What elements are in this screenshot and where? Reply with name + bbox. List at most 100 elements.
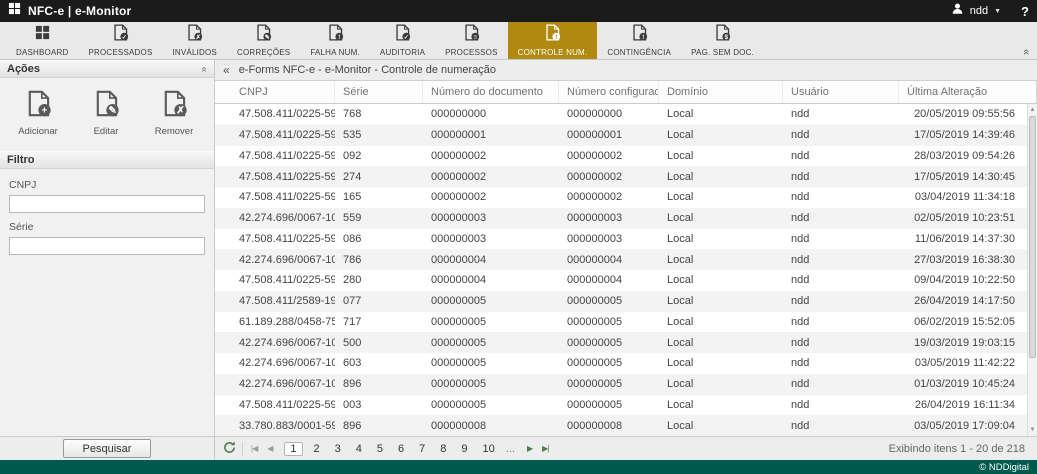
- tab-invalidos[interactable]: ✗ INVÁLIDOS: [162, 22, 226, 59]
- column-header-3[interactable]: Número configurado: [559, 81, 659, 103]
- tab-auditoria[interactable]: ✓ AUDITORIA: [370, 22, 435, 59]
- actions-collapse-icon[interactable]: «: [199, 66, 210, 72]
- page-6[interactable]: 6: [394, 442, 408, 456]
- cell: ndd: [783, 312, 899, 333]
- help-button[interactable]: ?: [1021, 4, 1029, 19]
- serie-input[interactable]: [9, 237, 205, 255]
- user-name[interactable]: ndd: [970, 5, 988, 17]
- cell: Local: [659, 395, 783, 416]
- tab-pag-sem-doc[interactable]: $ PAG. SEM DOC.: [681, 22, 764, 59]
- table-row[interactable]: 47.508.411/0225-59165000000002000000002L…: [215, 187, 1037, 208]
- svg-text:!: !: [642, 33, 644, 40]
- tab-falha-num[interactable]: ! FALHA NUM.: [300, 22, 370, 59]
- ribbon-collapse-icon[interactable]: «: [1021, 49, 1031, 55]
- cell: ndd: [783, 104, 899, 125]
- last-page-button[interactable]: ▶|: [540, 444, 550, 453]
- tab-contingencia[interactable]: ! CONTINGÊNCIA: [597, 22, 681, 59]
- tab-correcoes[interactable]: ✎ CORREÇÕES: [227, 22, 300, 59]
- tab-processados[interactable]: ✓ PROCESSADOS: [78, 22, 162, 59]
- page-10[interactable]: 10: [479, 442, 499, 456]
- cell: 000000000: [423, 104, 559, 125]
- column-header-0[interactable]: CNPJ: [215, 81, 335, 103]
- page-3[interactable]: 3: [331, 442, 345, 456]
- cell: 500: [335, 332, 423, 353]
- remover-button[interactable]: ✗ Remover: [142, 86, 206, 141]
- remove-document-icon: ✗: [161, 90, 188, 122]
- cell: 42.274.696/0067-10: [215, 249, 335, 270]
- cell: 280: [335, 270, 423, 291]
- table-row[interactable]: 42.274.696/0067-10896000000005000000005L…: [215, 374, 1037, 395]
- page-8[interactable]: 8: [436, 442, 450, 456]
- scrollbar-thumb[interactable]: [1029, 116, 1036, 358]
- cnpj-input[interactable]: [9, 195, 205, 213]
- cell: 000000001: [423, 125, 559, 146]
- page-9[interactable]: 9: [457, 442, 471, 456]
- cell: 077: [335, 291, 423, 312]
- table-row[interactable]: 42.274.696/0067-10559000000003000000003L…: [215, 208, 1037, 229]
- cell: 27/03/2019 16:38:30: [899, 249, 1037, 270]
- cell: 535: [335, 125, 423, 146]
- cell: Local: [659, 249, 783, 270]
- table-row[interactable]: 47.508.411/0225-59274000000002000000002L…: [215, 166, 1037, 187]
- first-page-button[interactable]: |◀: [249, 444, 259, 453]
- cell: 26/04/2019 16:11:34: [899, 395, 1037, 416]
- column-header-5[interactable]: Usuário: [783, 81, 899, 103]
- svg-text:✗: ✗: [176, 106, 184, 117]
- sidebar-collapse-icon[interactable]: «: [223, 63, 230, 77]
- table-row[interactable]: 47.508.411/0225-59768000000000000000000L…: [215, 104, 1037, 125]
- table-row[interactable]: 47.508.411/2589-19077000000005000000005L…: [215, 291, 1037, 312]
- cell: 000000003: [423, 208, 559, 229]
- search-button[interactable]: Pesquisar: [63, 439, 151, 458]
- falha-num-doc-alert-icon: !: [327, 24, 344, 46]
- page-5[interactable]: 5: [373, 442, 387, 456]
- table-row[interactable]: 33.780.883/0001-59896000000008000000008L…: [215, 415, 1037, 436]
- table-row[interactable]: 47.508.411/0225-59280000000004000000004L…: [215, 270, 1037, 291]
- refresh-icon[interactable]: [223, 441, 236, 457]
- cell: 000000004: [559, 270, 659, 291]
- scroll-down-icon[interactable]: ▼: [1028, 424, 1037, 436]
- scroll-up-icon[interactable]: ▲: [1028, 104, 1037, 116]
- cell: 03/05/2019 17:09:04: [899, 415, 1037, 436]
- column-header-4[interactable]: Domínio: [659, 81, 783, 103]
- page-4[interactable]: 4: [352, 442, 366, 456]
- tab-processos[interactable]: ≡ PROCESSOS: [435, 22, 507, 59]
- cell: 47.508.411/0225-59: [215, 229, 335, 250]
- adicionar-button[interactable]: + Adicionar: [6, 86, 70, 141]
- cell: 47.508.411/0225-59: [215, 187, 335, 208]
- page-1-current[interactable]: 1: [284, 442, 302, 456]
- cell: 42.274.696/0067-10: [215, 353, 335, 374]
- sidebar-bottom-bar: Pesquisar: [0, 436, 214, 460]
- table-row[interactable]: 47.508.411/0225-59092000000002000000002L…: [215, 146, 1037, 167]
- table-row[interactable]: 42.274.696/0067-10603000000005000000005L…: [215, 353, 1037, 374]
- app-logo-grid-icon: [8, 2, 21, 20]
- table-row[interactable]: 47.508.411/0225-59086000000003000000003L…: [215, 229, 1037, 250]
- vertical-scrollbar[interactable]: ▲ ▼: [1027, 104, 1037, 436]
- column-header-2[interactable]: Número do documento: [423, 81, 559, 103]
- next-page-button[interactable]: ▶: [525, 444, 534, 453]
- actions-toolbar: + Adicionar ✎ Editar ✗ Remover: [0, 78, 214, 151]
- column-header-6[interactable]: Última Alteração: [899, 81, 1037, 103]
- serie-field: Série: [0, 215, 214, 257]
- cell: 03/04/2019 11:34:18: [899, 187, 1037, 208]
- cell: 01/03/2019 10:45:24: [899, 374, 1037, 395]
- cell: 42.274.696/0067-10: [215, 374, 335, 395]
- cell: 000000004: [559, 249, 659, 270]
- table-row[interactable]: 42.274.696/0067-10500000000005000000005L…: [215, 332, 1037, 353]
- cell: 000000002: [559, 146, 659, 167]
- page-7[interactable]: 7: [415, 442, 429, 456]
- tab-controle-num[interactable]: ! CONTROLE NUM.: [508, 22, 598, 59]
- user-menu-caret-icon[interactable]: ▼: [994, 8, 1001, 15]
- table-row[interactable]: 47.508.411/0225-59535000000001000000001L…: [215, 125, 1037, 146]
- app-title: NFC-e | e-Monitor: [28, 4, 131, 18]
- table-row[interactable]: 42.274.696/0067-10786000000004000000004L…: [215, 249, 1037, 270]
- table-row[interactable]: 61.189.288/0458-75717000000005000000005L…: [215, 312, 1037, 333]
- page-2[interactable]: 2: [310, 442, 324, 456]
- cell: 33.780.883/0001-59: [215, 415, 335, 436]
- editar-button[interactable]: ✎ Editar: [74, 86, 138, 141]
- cell: 768: [335, 104, 423, 125]
- column-header-1[interactable]: Série: [335, 81, 423, 103]
- previous-page-button[interactable]: ◀: [265, 444, 274, 453]
- table-row[interactable]: 47.508.411/0225-59003000000005000000005L…: [215, 395, 1037, 416]
- tab-dashboard[interactable]: DASHBOARD: [6, 22, 78, 59]
- cnpj-label: CNPJ: [9, 179, 205, 191]
